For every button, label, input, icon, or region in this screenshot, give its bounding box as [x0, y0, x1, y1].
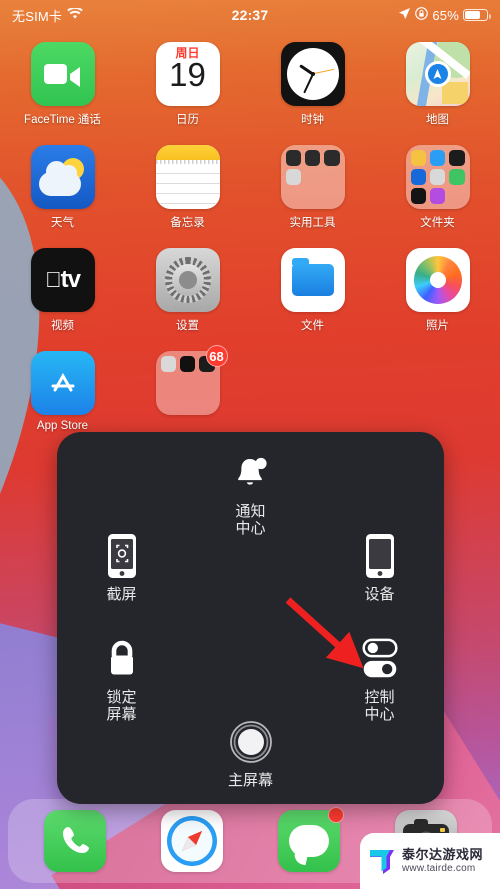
app-label: 时钟: [301, 114, 324, 126]
photos-icon: [405, 248, 470, 312]
app-label: 文件: [301, 320, 324, 332]
assistive-item-lock-screen[interactable]: 锁定 屏幕: [57, 618, 186, 804]
app-label: 文件夹: [420, 217, 455, 229]
watermark-url: www.tairde.com: [402, 862, 476, 874]
status-bar: 无SIM卡 22:37 65%: [0, 0, 500, 30]
app-label: 日历: [176, 114, 199, 126]
app-label: 设置: [176, 320, 199, 332]
battery-icon: [463, 9, 491, 21]
app-label: 实用工具: [289, 217, 336, 229]
rotation-lock-icon: [415, 7, 429, 23]
site-watermark: 泰尔达游戏网 www.tairde.com: [360, 833, 500, 889]
app-label: 视频: [51, 320, 74, 332]
app-app-store[interactable]: App Store: [0, 351, 125, 432]
app-label: 天气: [51, 217, 74, 229]
notes-icon: [155, 145, 220, 209]
battery-percent-label: 65%: [432, 7, 459, 23]
app-label: 备忘录: [170, 217, 205, 229]
assistive-item-control-center[interactable]: 控制 中心: [315, 618, 444, 804]
files-icon: [280, 248, 345, 312]
folder-badged[interactable]: 68: [125, 345, 250, 432]
assistive-item-label: 通知 中心: [235, 503, 266, 537]
safari-compass-icon: [160, 810, 223, 872]
assistive-item-label: 设备: [364, 586, 395, 604]
app-photos[interactable]: 照片: [375, 248, 500, 333]
app-store-icon: [30, 351, 95, 415]
settings-gear-icon: [155, 248, 220, 312]
app-notes[interactable]: 备忘录: [125, 145, 250, 230]
assistive-item-label: 主屏幕: [227, 772, 273, 790]
phone-screenshot-icon: [99, 533, 145, 579]
app-label: 照片: [426, 320, 449, 332]
app-label: FaceTime 通话: [24, 114, 101, 126]
assistive-item-label: 截屏: [106, 586, 137, 604]
folder-misc[interactable]: 文件夹: [375, 145, 500, 230]
assistive-item-screenshot[interactable]: 截屏: [57, 432, 186, 618]
weather-icon: [30, 145, 95, 209]
folder-utilities[interactable]: 实用工具: [250, 145, 375, 230]
dock-app-messages[interactable]: [277, 807, 344, 872]
app-calendar[interactable]: 周日 19 日历: [125, 42, 250, 127]
badge-count: 68: [205, 345, 228, 367]
dock-app-safari[interactable]: [160, 810, 223, 872]
apple-tv-wordmark: tv: [52, 266, 81, 293]
assistive-item-device[interactable]: 设备: [315, 432, 444, 618]
app-label: 地图: [426, 114, 449, 126]
wifi-icon: [67, 6, 83, 23]
assistive-item-label: 锁定 屏幕: [106, 689, 137, 723]
app-clock[interactable]: 时钟: [250, 42, 375, 127]
app-weather[interactable]: 天气: [0, 145, 125, 230]
apple-tv-icon: tv: [30, 248, 95, 312]
status-bar-clock: 22:37: [231, 7, 269, 23]
toggles-icon: [357, 636, 403, 682]
assistive-item-label: 控制 中心: [364, 689, 395, 723]
facetime-icon: [30, 42, 95, 106]
watermark-logo-icon: [367, 846, 397, 876]
app-files[interactable]: 文件: [250, 248, 375, 333]
clock-icon: [280, 42, 345, 106]
calendar-icon: 周日 19: [155, 42, 220, 106]
location-arrow-icon: [398, 7, 411, 23]
app-grid: FaceTime 通话 周日 19 日历 时钟 地图 天气 备忘录 实用工具 文…: [0, 42, 500, 432]
app-settings[interactable]: 设置: [125, 248, 250, 333]
home-circle-icon: [228, 719, 274, 765]
app-apple-tv[interactable]: tv 视频: [0, 248, 125, 333]
app-facetime[interactable]: FaceTime 通话: [0, 42, 125, 127]
watermark-site-name: 泰尔达游戏网: [402, 846, 484, 862]
bell-icon: [228, 450, 274, 496]
messages-badge: [327, 807, 344, 823]
app-slot-empty: [250, 351, 375, 432]
carrier-label: 无SIM卡: [12, 8, 63, 24]
app-maps[interactable]: 地图: [375, 42, 500, 127]
phone-icon: [43, 810, 106, 872]
folder-icon: [280, 145, 345, 209]
dock-app-phone[interactable]: [43, 810, 106, 872]
maps-icon: [405, 42, 470, 106]
iphone-home-screen: 无SIM卡 22:37 65% FaceTime 通话 周日 19 日历 时钟 …: [0, 0, 500, 889]
folder-icon: [405, 145, 470, 209]
assistive-touch-menu[interactable]: 截屏 通知 中心 设备 锁定 屏幕 主屏幕 控制 中心: [57, 432, 444, 804]
app-slot-empty: [375, 351, 500, 432]
assistive-item-home[interactable]: 主屏幕: [186, 618, 315, 804]
device-phone-icon: [357, 533, 403, 579]
calendar-day-number: 19: [169, 56, 206, 93]
app-label: App Store: [36, 420, 89, 432]
lock-icon: [99, 636, 145, 682]
assistive-item-notification-center[interactable]: 通知 中心: [186, 432, 315, 618]
